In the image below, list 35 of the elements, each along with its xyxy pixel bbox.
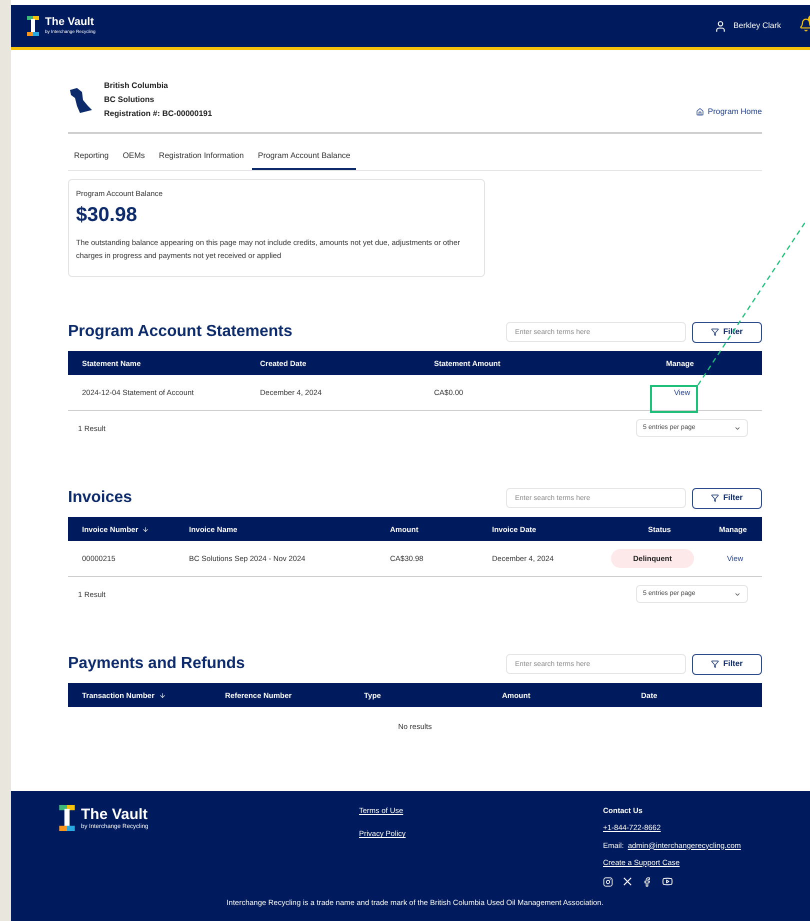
caret-icon: [734, 424, 741, 432]
filter-icon: [711, 494, 720, 502]
logo-icon: [27, 16, 39, 36]
sort-icon[interactable]: [142, 526, 150, 533]
filter-icon: [711, 660, 720, 668]
tab[interactable]: Reporting: [68, 150, 115, 170]
facebook-icon[interactable]: [642, 876, 652, 886]
sort-icon[interactable]: [158, 692, 166, 699]
province-map-icon: [68, 86, 94, 114]
logo-title: The Vault: [45, 17, 95, 28]
user-menu[interactable]: Berkley Clark: [714, 20, 781, 32]
balance-amount: $30.98: [76, 203, 138, 228]
home-icon: [696, 108, 704, 116]
user-icon: [714, 20, 728, 32]
province-name: British Columbia: [104, 80, 170, 92]
tab[interactable]: Registration Information: [152, 150, 250, 170]
section-title: Payments and Refunds: [68, 654, 245, 674]
registration-number: Registration #: BC-00000191: [104, 108, 212, 120]
tab[interactable]: Program Account Balance: [252, 150, 356, 170]
instagram-icon[interactable]: [603, 876, 613, 886]
section-title: Program Account Statements: [68, 322, 292, 342]
x-icon[interactable]: [623, 877, 632, 886]
program-home-link[interactable]: Program Home: [696, 106, 762, 120]
logo-title: The Vault: [81, 806, 148, 822]
logo-icon: [59, 805, 75, 831]
filter-icon: [711, 328, 720, 336]
bell-icon[interactable]: [799, 18, 810, 32]
section-title: Invoices: [68, 488, 132, 508]
tab[interactable]: OEMs: [116, 150, 151, 170]
company-name: BC Solutions: [104, 94, 156, 106]
filter-button[interactable]: Filter: [692, 488, 762, 509]
filter-button[interactable]: Filter: [692, 654, 762, 675]
filter-button[interactable]: Filter: [692, 322, 762, 343]
caret-icon: [734, 590, 741, 598]
youtube-icon[interactable]: [662, 876, 673, 887]
